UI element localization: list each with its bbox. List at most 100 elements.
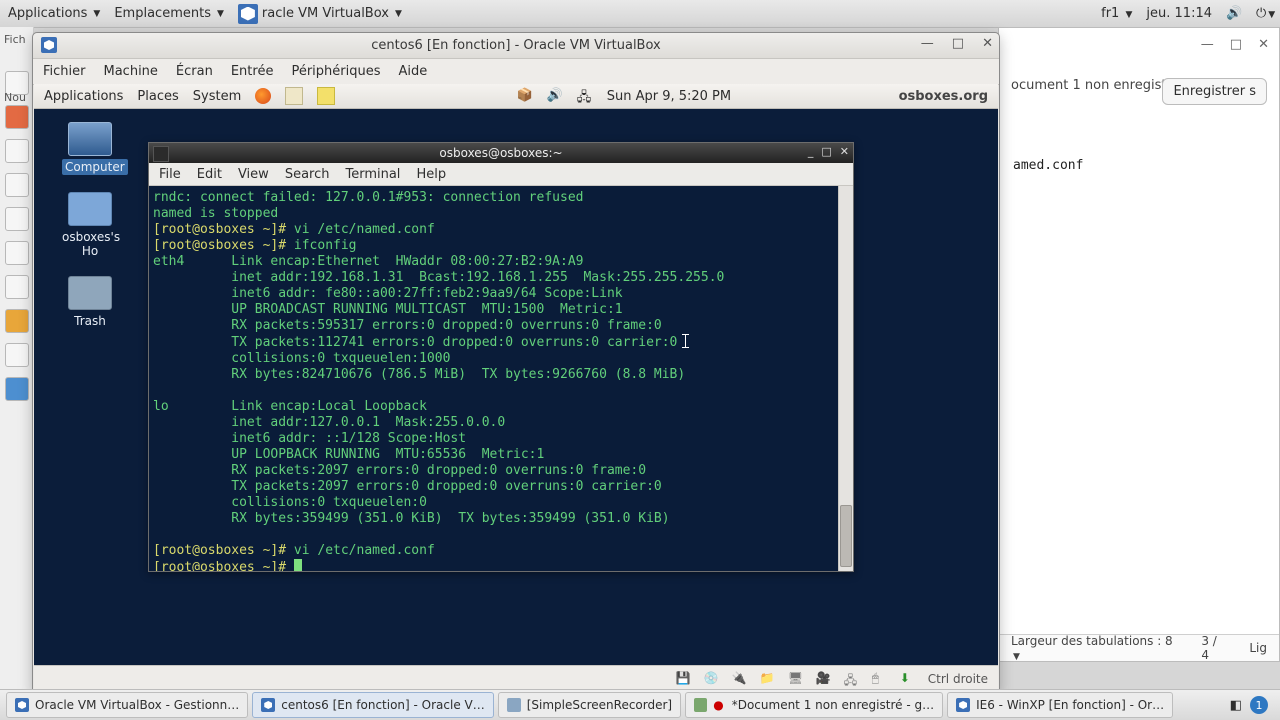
mouse-integration-icon[interactable]: 🖱 [872, 671, 888, 687]
notes-icon[interactable] [317, 87, 335, 105]
guest-menu-places[interactable]: Places [137, 89, 178, 104]
volume-icon[interactable]: 🔊 [1226, 6, 1242, 22]
power-icon[interactable]: ⏻▼ [1256, 6, 1272, 22]
virtualbox-icon [261, 698, 275, 712]
host-tray: ◧ 1 [1230, 696, 1274, 714]
network-icon[interactable]: 🖧 [577, 88, 593, 104]
firefox-icon[interactable] [255, 88, 271, 104]
dock-app-3-icon[interactable] [5, 139, 29, 163]
display-icon[interactable]: 🖥 [788, 671, 804, 687]
virtualbox-icon [238, 4, 258, 24]
dock-app-6-icon[interactable] [5, 241, 29, 265]
host-menu-applications[interactable]: Applications▼ [8, 6, 100, 21]
cd-icon[interactable]: 💿 [704, 671, 720, 687]
minimize-icon[interactable]: — [921, 36, 934, 51]
dock-app-5-icon[interactable] [5, 207, 29, 231]
close-icon[interactable]: ✕ [840, 145, 849, 158]
guest-menu-system[interactable]: System [193, 89, 241, 104]
host-panel: Applications▼ Emplacements▼ racle VM Vir… [0, 0, 1280, 28]
term-menu-file[interactable]: File [159, 167, 181, 182]
task-screenrecorder[interactable]: [SimpleScreenRecorder] [498, 692, 681, 718]
terminal-output[interactable]: rndc: connect failed: 127.0.0.1#953: con… [149, 186, 839, 571]
dock-app-7-icon[interactable] [5, 275, 29, 299]
gedit-text[interactable]: amed.conf [1013, 158, 1083, 173]
sound-icon[interactable]: 🔊 [547, 88, 563, 104]
gedit-nouveau-peek: Nou [4, 91, 26, 104]
term-menu-terminal[interactable]: Terminal [345, 167, 400, 182]
gedit-position: 3 / 4 [1201, 634, 1227, 662]
block-cursor-icon [294, 559, 302, 571]
task-gedit[interactable]: ●*Document 1 non enregistré - g… [685, 692, 943, 718]
virtualbox-icon [41, 37, 57, 53]
gedit-statusbar: Largeur des tabulations : 8 ▼ 3 / 4 Lig [999, 634, 1279, 661]
minimize-icon[interactable]: — [1201, 37, 1214, 52]
vm-title-text: centos6 [En fonction] - Oracle VM Virtua… [371, 38, 660, 53]
vm-menu-fichier[interactable]: Fichier [43, 64, 86, 79]
virtualbox-icon [956, 698, 970, 712]
task-vbox-manager[interactable]: Oracle VM VirtualBox - Gestionn… [6, 692, 248, 718]
gedit-tabwidth[interactable]: Largeur des tabulations : 8 ▼ [1011, 634, 1179, 662]
desktop-computer[interactable]: Computer [62, 122, 118, 174]
vm-menu-entree[interactable]: Entrée [231, 64, 274, 79]
task-ie6-winxp[interactable]: IE6 - WinXP [En fonction] - Or… [947, 692, 1173, 718]
maximize-icon[interactable]: □ [821, 145, 831, 158]
scrollbar-thumb[interactable] [840, 505, 852, 567]
task-centos6[interactable]: centos6 [En fonction] - Oracle V… [252, 692, 493, 718]
gedit-window-controls: — □ ✕ [1201, 37, 1269, 52]
vm-statusbar: 💾 💿 🔌 📁 🖥 🎥 🖧 🖱 ⬇ Ctrl droite [34, 665, 998, 692]
tray-icon[interactable]: ◧ [1230, 698, 1242, 713]
gedit-col: Lig [1249, 641, 1267, 655]
gedit-icon [694, 698, 707, 712]
virtualbox-vm-window[interactable]: centos6 [En fonction] - Oracle VM Virtua… [32, 32, 1000, 694]
maximize-icon[interactable]: □ [952, 36, 964, 51]
recorder-icon [507, 698, 521, 712]
mail-icon[interactable] [285, 87, 303, 105]
vm-menu-aide[interactable]: Aide [399, 64, 428, 79]
guest-menu-applications[interactable]: Applications [44, 89, 123, 104]
workspace-indicator[interactable]: 1 [1250, 696, 1268, 714]
vm-titlebar[interactable]: centos6 [En fonction] - Oracle VM Virtua… [33, 33, 999, 59]
guest-clock[interactable]: Sun Apr 9, 5:20 PM [607, 89, 731, 104]
gedit-window[interactable]: — □ ✕ ocument 1 non enregistré Enregistr… [998, 27, 1280, 662]
gedit-save-button[interactable]: Enregistrer s [1162, 78, 1267, 105]
term-menu-edit[interactable]: Edit [197, 167, 222, 182]
minimize-icon[interactable]: _ [808, 145, 814, 158]
keyboard-layout[interactable]: fr1 ▼ [1101, 6, 1132, 21]
vm-menu-peripheriques[interactable]: Périphériques [291, 64, 380, 79]
terminal-scrollbar[interactable] [838, 186, 853, 571]
close-icon[interactable]: ✕ [982, 36, 993, 51]
terminal-title-text: osboxes@osboxes:~ [439, 146, 562, 160]
text-cursor-icon [685, 334, 686, 348]
network-icon[interactable]: 🖧 [844, 671, 860, 687]
video-capture-icon[interactable]: 🎥 [816, 671, 832, 687]
host-app-virtualbox[interactable]: racle VM VirtualBox▼ [238, 4, 402, 24]
dock-app-2-icon[interactable] [5, 105, 29, 129]
dock-app-8-icon[interactable] [5, 309, 29, 333]
maximize-icon[interactable]: □ [1230, 37, 1242, 52]
hd-icon[interactable]: 💾 [676, 671, 692, 687]
dock-app-10-icon[interactable] [5, 377, 29, 401]
close-icon[interactable]: ✕ [1258, 37, 1269, 52]
vm-menu-machine[interactable]: Machine [104, 64, 158, 79]
dock-app-9-icon[interactable] [5, 343, 29, 367]
guest-top-panel: Applications Places System 📦 🔊 🖧 Sun Apr… [34, 84, 998, 109]
term-menu-help[interactable]: Help [416, 167, 446, 182]
host-menu-emplacements[interactable]: Emplacements▼ [114, 6, 224, 21]
clock[interactable]: jeu. 11:14 [1146, 6, 1212, 21]
terminal-icon [153, 146, 169, 162]
gedit-tab[interactable]: ocument 1 non enregistré [1011, 78, 1180, 93]
virtualbox-icon [15, 698, 29, 712]
term-menu-search[interactable]: Search [285, 167, 330, 182]
terminal-window[interactable]: osboxes@osboxes:~ _ □ ✕ File Edit View S… [148, 142, 854, 572]
terminal-titlebar[interactable]: osboxes@osboxes:~ _ □ ✕ [149, 143, 853, 163]
shared-folder-icon[interactable]: 📁 [760, 671, 776, 687]
vm-menu-ecran[interactable]: Écran [176, 64, 213, 79]
host-taskbar: Oracle VM VirtualBox - Gestionn… centos6… [0, 689, 1280, 720]
term-menu-view[interactable]: View [238, 167, 269, 182]
desktop-trash[interactable]: Trash [62, 276, 118, 328]
usb-icon[interactable]: 🔌 [732, 671, 748, 687]
desktop-home[interactable]: osboxes's Ho [62, 192, 118, 258]
dock-app-4-icon[interactable] [5, 173, 29, 197]
guest-display[interactable]: Applications Places System 📦 🔊 🖧 Sun Apr… [34, 84, 998, 665]
update-icon[interactable]: 📦 [517, 88, 533, 104]
